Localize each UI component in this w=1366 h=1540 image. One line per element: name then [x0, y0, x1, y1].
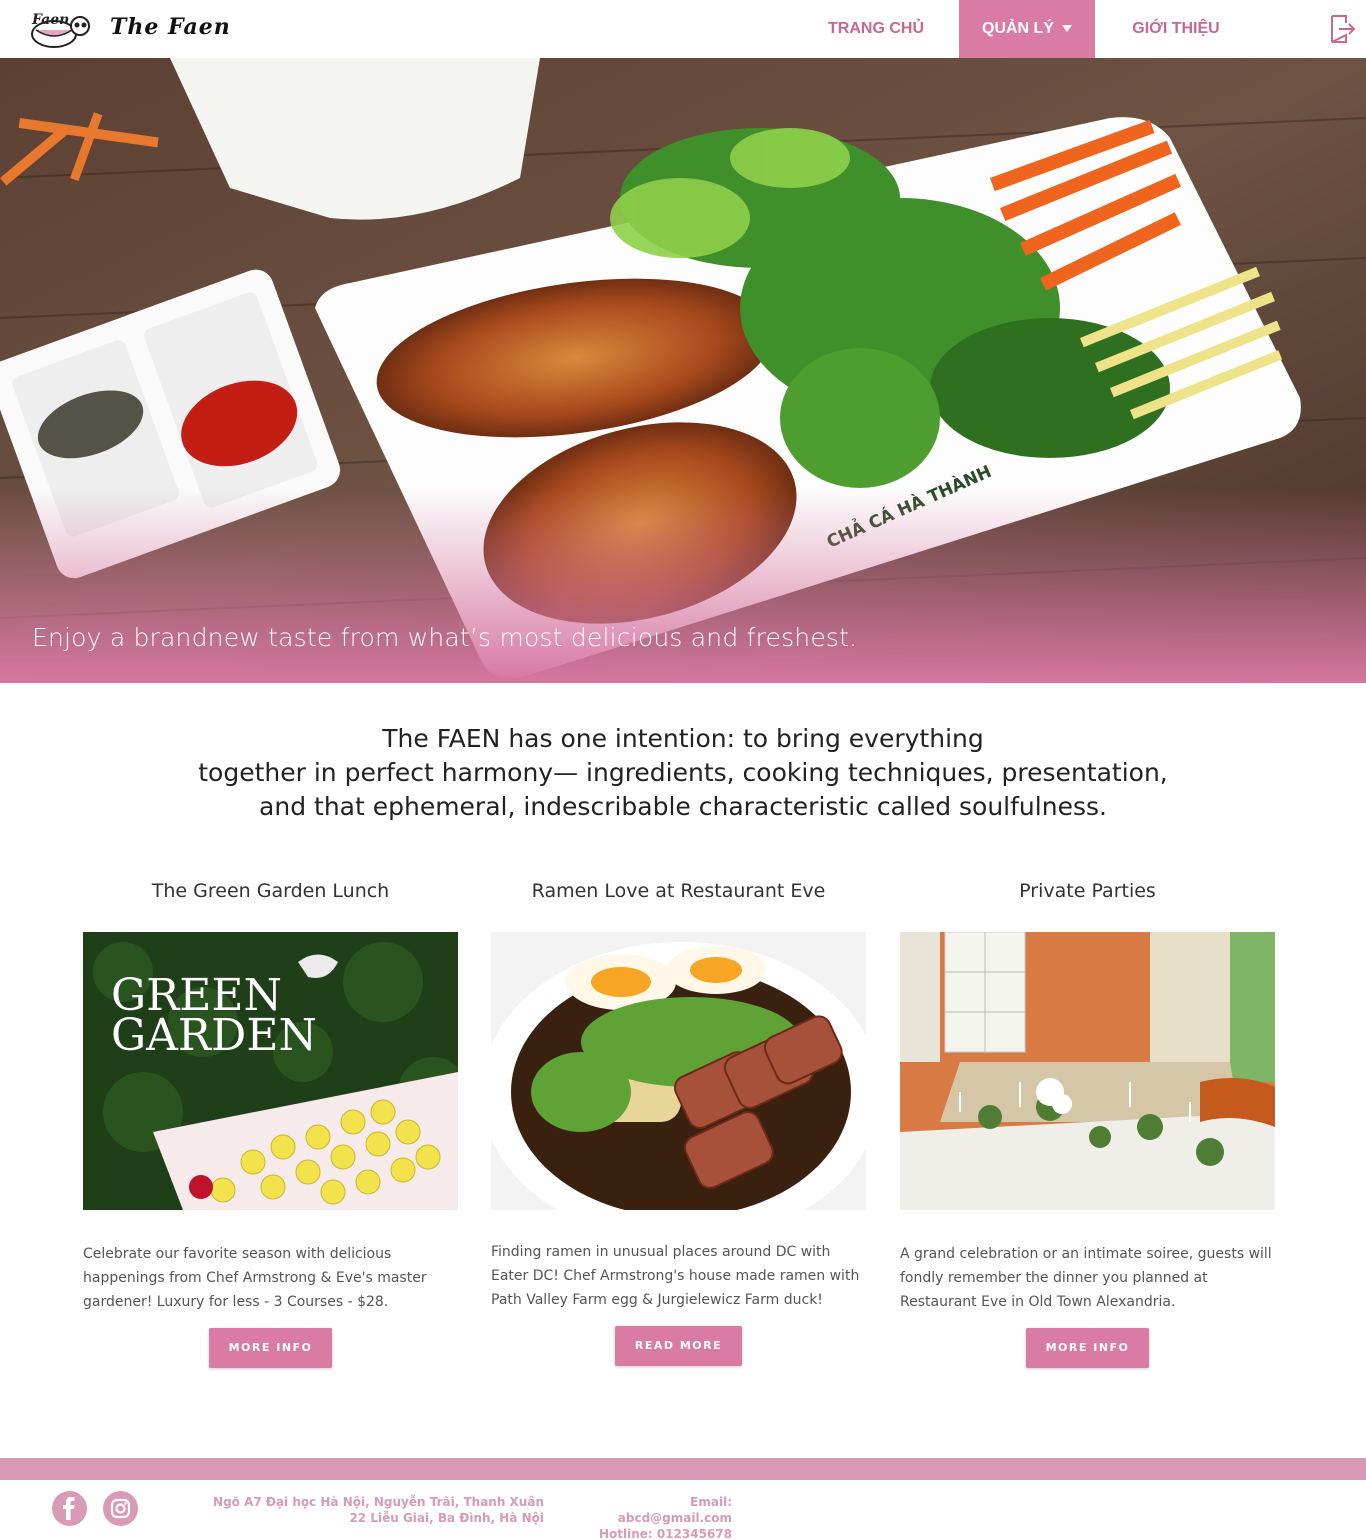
footer-address: Ngõ A7 Đại học Hà Nội, Nguyễn Trãi, Than… — [200, 1494, 544, 1526]
card-title: Private Parties — [1019, 880, 1156, 902]
card-image-ramen — [491, 932, 866, 1210]
intro-line: together in perfect harmony— ingredients… — [198, 758, 1168, 787]
card-green-garden: The Green Garden Lunch GREEN GARDEN Cele… — [83, 880, 458, 1368]
footer-divider — [0, 1458, 1366, 1480]
intro-line: The FAEN has one intention: to bring eve… — [382, 724, 984, 753]
contact-email[interactable]: Email: abcd@gmail.com — [586, 1494, 732, 1526]
hero-caption: Enjoy a brandnew taste from what’s most … — [32, 623, 858, 652]
card-private-parties: Private Parties A grand celebration or a… — [900, 880, 1275, 1368]
address-line: 22 Liễu Giai, Ba Đình, Hà Nội — [349, 1511, 544, 1525]
logo-text: Faen — [31, 12, 69, 28]
image-text: GARDEN — [111, 1010, 317, 1061]
nav-manage-label: QUẢN LÝ — [982, 20, 1054, 37]
intro-statement: The FAEN has one intention: to bring eve… — [0, 722, 1366, 824]
brand-name[interactable]: The Faen — [110, 14, 231, 40]
logout-icon[interactable] — [1328, 14, 1356, 44]
intro-line: and that ephemeral, indescribable charac… — [259, 792, 1107, 821]
facebook-icon[interactable] — [52, 1491, 87, 1526]
nav-about[interactable]: GIỚI THIỆU — [1112, 0, 1240, 58]
top-navbar: Faen The Faen TRANG CHỦ QUẢN LÝ GIỚI THI… — [0, 0, 1366, 58]
card-title: Ramen Love at Restaurant Eve — [531, 880, 826, 902]
nav-manage-dropdown[interactable]: QUẢN LÝ — [959, 0, 1095, 58]
card-description: A grand celebration or an intimate soire… — [900, 1246, 1272, 1310]
instagram-icon[interactable] — [103, 1491, 138, 1526]
more-info-button[interactable]: MORE INFO — [1026, 1328, 1149, 1368]
address-line: Ngõ A7 Đại học Hà Nội, Nguyễn Trãi, Than… — [213, 1495, 544, 1509]
hero-image: CHẢ CÁ HÀ THÀNH — [0, 58, 1366, 683]
card-image-green-garden: GREEN GARDEN — [83, 932, 458, 1210]
more-info-button[interactable]: MORE INFO — [209, 1328, 332, 1368]
logo[interactable]: Faen — [28, 8, 94, 50]
card-ramen-love: Ramen Love at Restaurant Eve Finding ram… — [491, 880, 866, 1366]
card-description: Celebrate our favorite season with delic… — [83, 1246, 427, 1310]
caret-down-icon — [1062, 25, 1072, 33]
card-title: The Green Garden Lunch — [151, 880, 390, 902]
card-image-private-parties — [900, 932, 1275, 1210]
footer-contact: Email: abcd@gmail.com Hotline: 012345678 — [586, 1494, 732, 1540]
contact-hotline[interactable]: Hotline: 012345678 — [586, 1526, 732, 1540]
card-description: Finding ramen in unusual places around D… — [491, 1244, 860, 1308]
nav-home[interactable]: TRANG CHỦ — [812, 0, 940, 58]
hero-banner: CHẢ CÁ HÀ THÀNH Enjoy a brandnew taste f… — [0, 58, 1366, 683]
read-more-button[interactable]: READ MORE — [615, 1326, 742, 1366]
